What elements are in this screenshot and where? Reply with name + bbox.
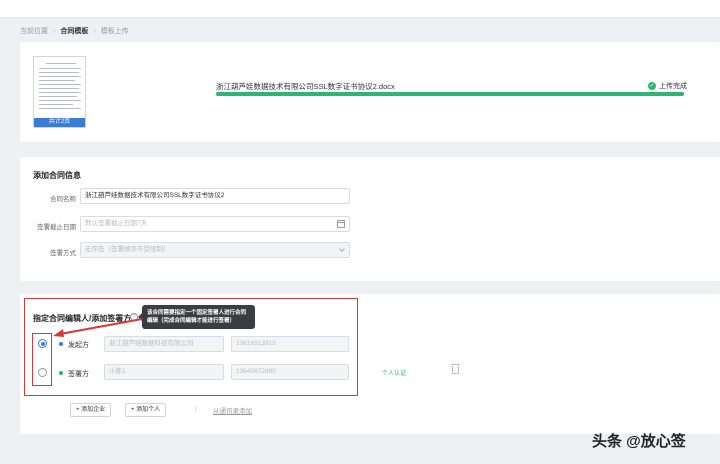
add-person-button[interactable]: + 添加个人 — [125, 403, 167, 417]
thumb-line — [39, 96, 77, 97]
thumb-line — [39, 72, 79, 73]
sign-method-label: 签署方式 — [50, 250, 76, 257]
breadcrumb-next: 模板上传 — [100, 28, 129, 35]
thumb-line — [39, 76, 81, 77]
thumb-line — [39, 92, 81, 93]
upload-status-text: 上传完成 — [659, 83, 687, 90]
contract-name-input[interactable]: 浙江葫芦娃数据技术有限公司SSL数字证书协议2 — [80, 188, 350, 204]
arrow-line — [59, 318, 143, 335]
sign-method-select[interactable]: 无序签（签署顺序不受限制） — [80, 242, 350, 258]
add-company-button[interactable]: + 添加企业 — [70, 403, 112, 417]
thumb-line — [39, 104, 73, 105]
thumb-line — [39, 68, 81, 69]
breadcrumb-current[interactable]: 合同模板 — [60, 26, 88, 36]
thumb-line — [46, 63, 76, 64]
watermark: 头条 @放心签 — [592, 433, 686, 450]
role-label-signer: 签署方 — [68, 371, 89, 378]
signer-name-input[interactable]: 小陈1 — [104, 364, 224, 380]
divider-slash: / — [195, 406, 197, 413]
editor-radio-signer[interactable] — [38, 368, 47, 377]
contract-name-label: 合同名称 — [50, 196, 76, 203]
annotation-arrow — [53, 318, 143, 337]
breadcrumb-location-label: 当前位置 — [20, 28, 48, 35]
upload-status: ✓ 上传完成 — [648, 81, 687, 91]
editor-radio-initiator[interactable] — [38, 339, 47, 348]
chevron-right-icon: › — [53, 27, 56, 35]
thumb-line — [39, 100, 81, 101]
thumb-line — [39, 84, 81, 85]
upload-progress-bar — [216, 92, 684, 96]
deadline-label: 签署截止日期 — [37, 224, 76, 231]
upload-card: 共计2页 浙江葫芦娃数据技术有限公司SSL数字证书协议2.docx ✓ 上传完成 — [20, 42, 720, 142]
thumb-line — [39, 88, 79, 89]
top-bar — [0, 0, 720, 18]
initiator-company-input[interactable]: 浙江葫芦娃数据科技有限公司 — [104, 336, 224, 352]
document-thumbnail[interactable]: 共计2页 — [33, 56, 86, 128]
chevron-right-icon: › — [93, 27, 96, 35]
initiator-phone-input[interactable]: 13616513913 — [231, 336, 349, 352]
role-dot — [59, 342, 63, 346]
thumb-line — [39, 108, 81, 109]
chevron-down-icon — [339, 246, 345, 252]
contract-info-title: 添加合同信息 — [33, 171, 81, 180]
auth-tag: 个人认证 — [382, 371, 407, 377]
arrow-head — [53, 329, 64, 337]
deadline-date-input[interactable]: 默认签署截止日期7天 — [80, 216, 350, 232]
sign-method-value: 无序签（签署顺序不受限制） — [85, 246, 170, 253]
signer-phone-input[interactable]: 13640872880 — [231, 364, 349, 380]
thumb-line — [39, 80, 75, 81]
upload-progress-fill — [216, 92, 684, 96]
trash-icon[interactable] — [451, 364, 460, 374]
role-dot — [59, 371, 63, 375]
address-book-link[interactable]: 从通讯录添加 — [213, 405, 252, 415]
deadline-placeholder: 默认签署截止日期7天 — [85, 220, 148, 227]
thumb-page-count: 共计2页 — [34, 118, 85, 127]
role-label-initiator: 发起方 — [68, 342, 89, 349]
breadcrumb: 当前位置 › 合同模板 › 模板上传 — [20, 26, 129, 36]
signer-tooltip: 该合同需要指定一个固定签署人进行合同编辑（完成合同编辑才能进行签署） — [138, 305, 255, 329]
file-name: 浙江葫芦娃数据技术有限公司SSL数字证书协议2.docx — [216, 82, 395, 91]
calendar-icon[interactable] — [337, 220, 345, 228]
check-circle-icon: ✓ — [648, 82, 656, 90]
